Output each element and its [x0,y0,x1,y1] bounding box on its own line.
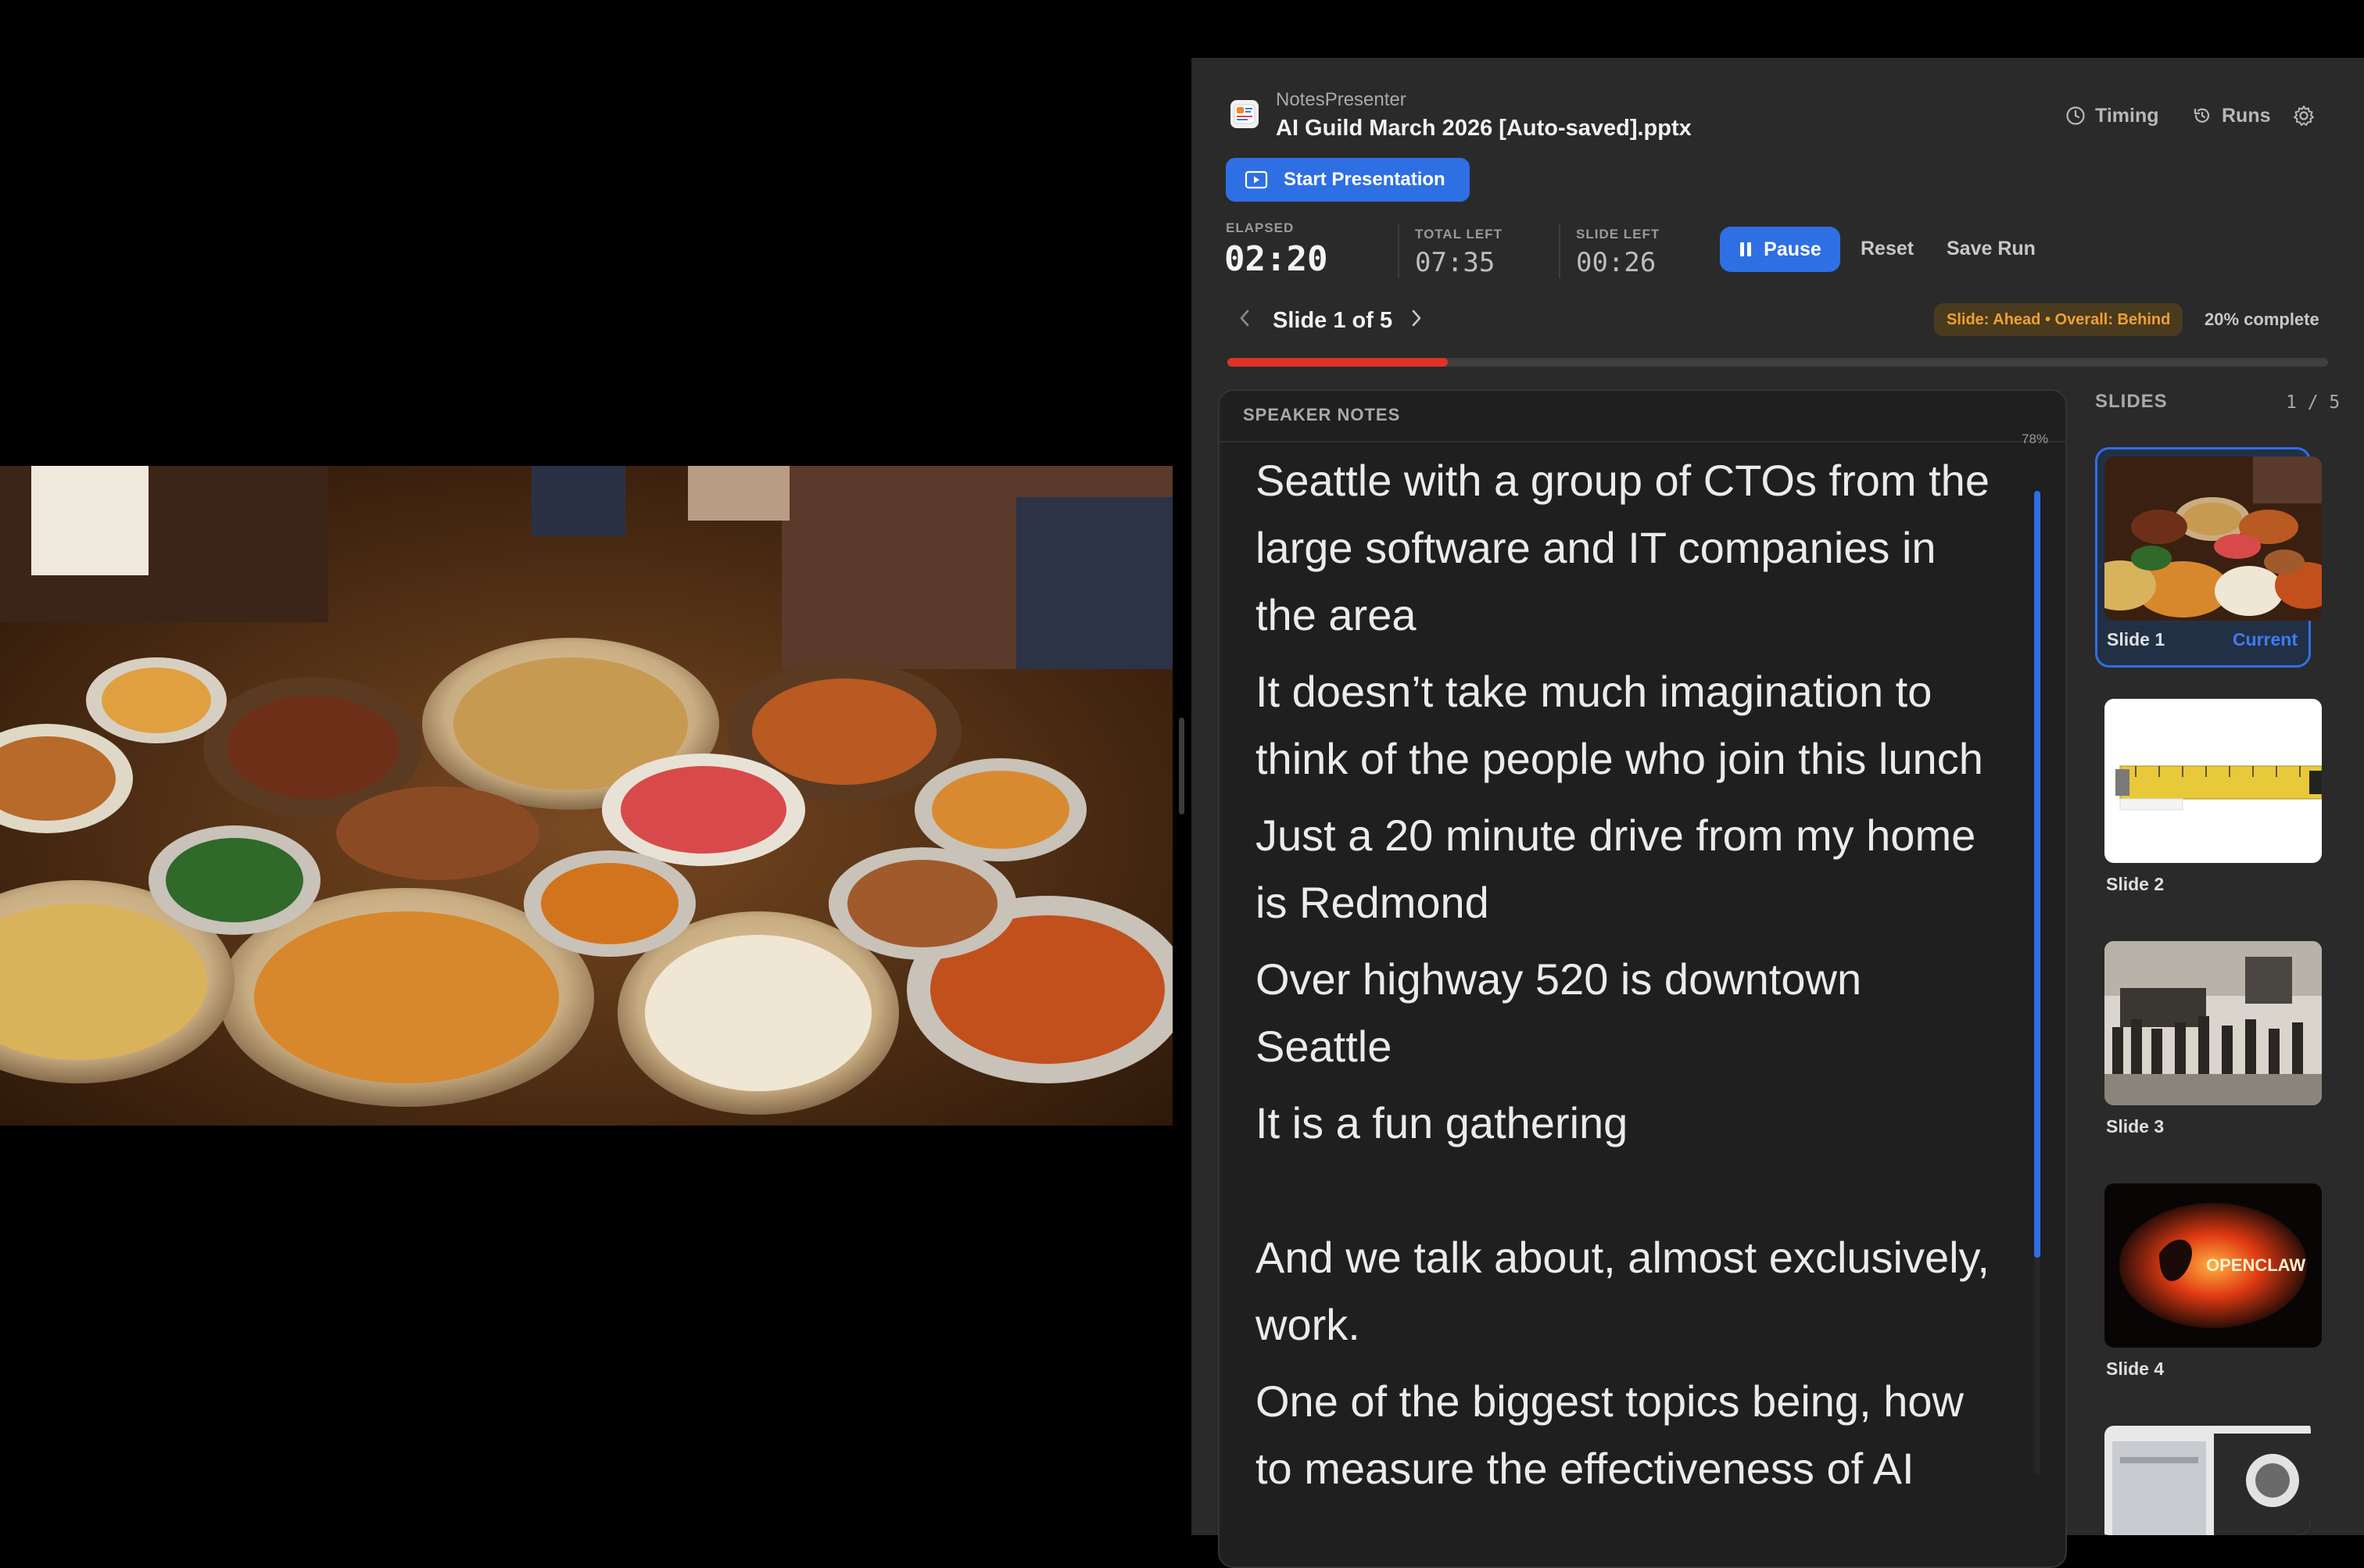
notes-paragraph: It is a fun gathering [1255,1098,1628,1147]
stat-divider [1559,224,1560,278]
slide-2-label: Slide 2 [2106,874,2165,894]
slide-left-value: 00:26 [1576,247,1657,278]
runs-label: Runs [2222,104,2271,127]
timing-label: Timing [2095,104,2159,127]
clock-icon [2066,106,2085,125]
percent-complete: 20% complete [2205,310,2319,329]
previous-slide-button[interactable] [1237,306,1252,336]
pace-status-badge: Slide: Ahead • Overall: Behind [1934,303,2183,336]
pause-label: Pause [1764,238,1821,260]
current-slide-preview [0,466,1173,1126]
notes-paragraph: One of the biggest topics being, how to … [1255,1376,1964,1493]
split-divider-handle[interactable] [1179,718,1184,814]
slide-3-label: Slide 3 [2106,1116,2165,1137]
notes-paragraph: Just a 20 minute drive from my home is R… [1255,811,1976,927]
pause-icon [1740,242,1752,256]
presentation-progress-bar [1227,358,2328,367]
presentation-progress-fill [1227,358,1448,367]
chevron-right-icon [1412,310,1421,327]
slide-4-image: OPENCLAW [2104,1183,2322,1348]
chevron-left-icon [1240,310,1249,327]
speaker-notes-text: Seattle with a group of CTOs from the la… [1255,447,2006,1512]
history-icon [2194,108,2210,123]
current-slide-tag: Current [2232,629,2298,650]
notes-paragraph: And we talk about, almost exclusively, w… [1255,1233,1990,1349]
elapsed-value: 02:20 [1224,239,1328,279]
slide-2-image [2104,699,2322,863]
notes-scroll-percent: 78% [2022,431,2049,446]
slides-count: 1 / 5 [2286,392,2341,413]
elapsed-label: ELAPSED [1226,220,1295,235]
slide-1-label: Slide 1 [2107,629,2165,650]
slide-thumbnail-5[interactable] [2095,1416,2311,1535]
slide-3-image [2104,941,2322,1105]
slide-thumbnail-4[interactable]: OPENCLAW Slide 4 [2095,1174,2322,1394]
notes-scrollbar-thumb[interactable] [2034,491,2040,1258]
slide-5-image [2104,1426,2311,1535]
slide-4-logo-text: OPENCLAW [2206,1255,2305,1275]
pause-button[interactable]: Pause [1720,227,1840,272]
start-presentation-label: Start Presentation [1284,169,1445,190]
notes-presenter-app-icon [1230,100,1259,128]
slide-left-label: SLIDE LEFT [1576,227,1660,242]
slides-sidebar-label: SLIDES [2095,391,2168,412]
settings-button[interactable] [2292,102,2316,130]
total-left-value: 07:35 [1415,247,1495,278]
notes-scrollbar[interactable] [2034,491,2040,1474]
runs-button[interactable]: Runs [2192,102,2271,130]
timing-button[interactable]: Timing [2065,102,2158,130]
presenter-panel: NotesPresenter AI Guild March 2026 [Auto… [1191,58,2364,1568]
reset-button[interactable]: Reset [1861,238,1914,260]
slide-counter: Slide 1 of 5 [1273,308,1393,333]
start-presentation-button[interactable]: Start Presentation [1226,158,1470,202]
app-name: NotesPresenter [1276,89,1406,110]
notes-paragraph: Over highway 520 is downtown Seattle [1255,954,1862,1071]
save-run-button[interactable]: Save Run [1947,238,2036,260]
slide-4-label: Slide 4 [2106,1359,2165,1379]
slide-1-image [2104,456,2322,621]
notes-paragraph: It doesn’t take much imagination to thin… [1255,667,1983,783]
stat-divider [1398,224,1399,278]
total-left-label: TOTAL LEFT [1415,227,1503,242]
notes-paragraph: Seattle with a group of CTOs from the la… [1255,456,1990,639]
next-slide-button[interactable] [1409,306,1424,336]
slide-thumbnail-3[interactable]: Slide 3 [2095,932,2322,1152]
divider [1220,441,2065,442]
gear-icon [2294,106,2314,126]
speaker-notes-header: SPEAKER NOTES [1243,405,1401,424]
slide-thumbnail-1[interactable]: Slide 1 Current [2095,447,2322,668]
slide-thumbnail-2[interactable]: Slide 2 [2095,689,2322,910]
speaker-notes-panel[interactable]: SPEAKER NOTES 78% Seattle with a group o… [1218,389,2067,1568]
file-name: AI Guild March 2026 [Auto-saved].pptx [1276,116,1692,141]
play-screen-icon [1245,170,1268,189]
